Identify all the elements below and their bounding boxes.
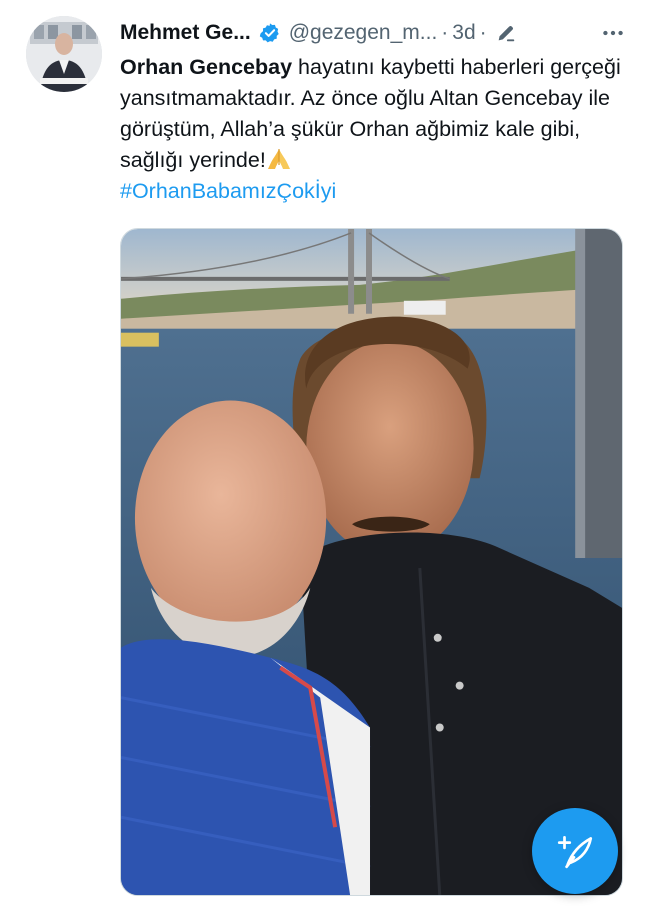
- tweet-header: Mehmet Ge... @gezegen_m... · 3d ·: [120, 18, 628, 48]
- edit-pencil-icon[interactable]: [495, 22, 517, 44]
- avatar-image: [26, 16, 102, 92]
- selfie-photo: [121, 229, 622, 895]
- tweet-photo[interactable]: [120, 228, 623, 896]
- header-separator: ·: [441, 21, 449, 44]
- tweet-card[interactable]: Mehmet Ge... @gezegen_m... · 3d · Orhan …: [0, 0, 650, 920]
- bottom-edge: [0, 912, 650, 920]
- hashtag-link[interactable]: #OrhanBabamızÇokİyi: [120, 179, 336, 203]
- verified-badge-icon: [259, 22, 281, 44]
- tweet-timestamp[interactable]: 3d: [452, 21, 475, 45]
- tweet-text: Orhan Gencebay hayatını kaybetti haberle…: [120, 52, 626, 207]
- header-separator-2: ·: [479, 21, 487, 44]
- folded-hands-icon: [266, 147, 292, 171]
- author-avatar[interactable]: [26, 16, 102, 92]
- author-handle[interactable]: @gezegen_m...: [289, 21, 438, 45]
- compose-tweet-icon: [557, 835, 593, 869]
- author-name[interactable]: Mehmet Ge...: [120, 21, 251, 45]
- compose-tweet-button[interactable]: [532, 808, 618, 894]
- tweet-bold-lead: Orhan Gencebay: [120, 55, 293, 79]
- more-horizontal-icon[interactable]: [598, 18, 628, 48]
